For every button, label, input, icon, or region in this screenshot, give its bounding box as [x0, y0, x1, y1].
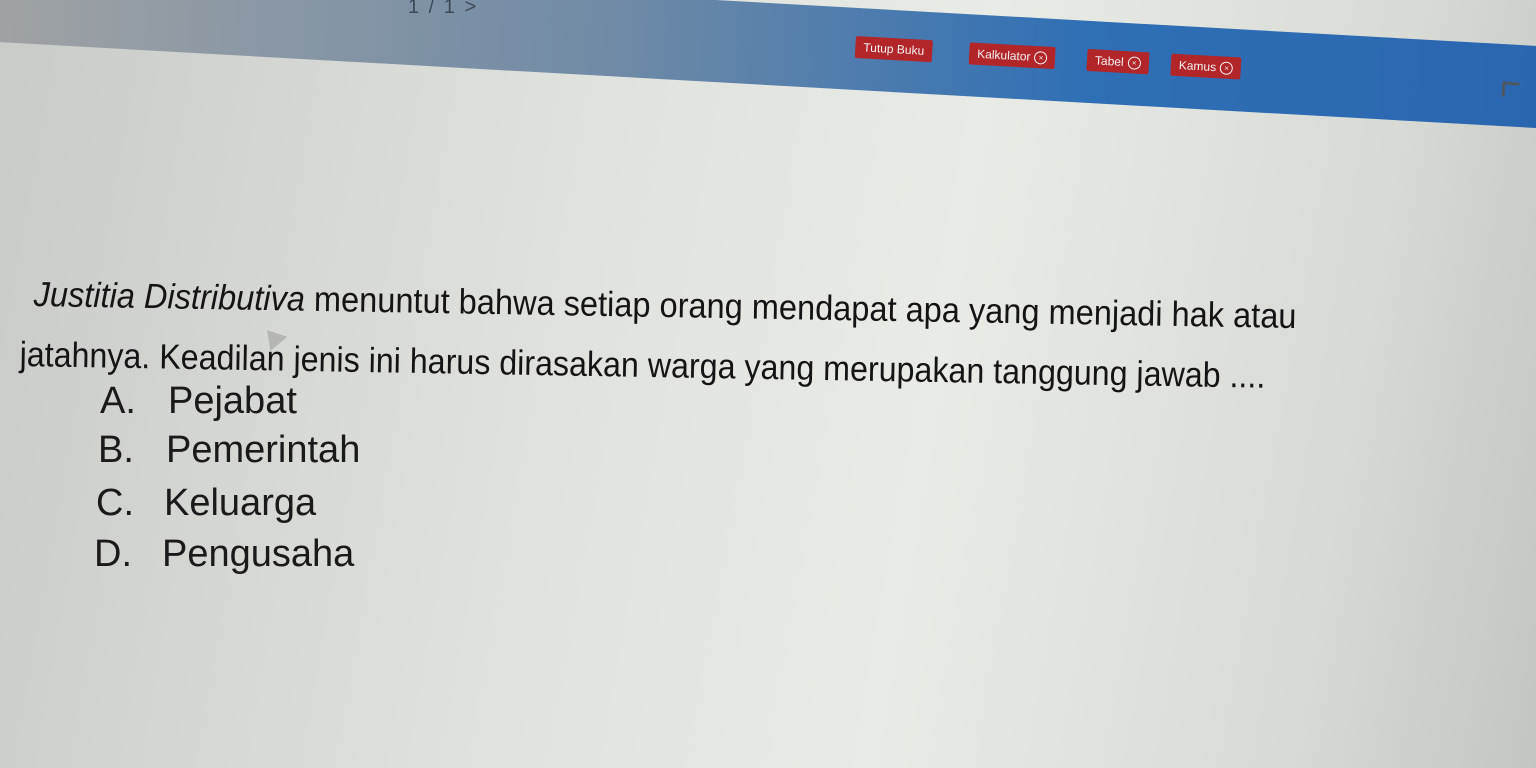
option-text: Pemerintah — [166, 429, 361, 471]
dictionary-button[interactable]: Kamus × — [1170, 53, 1242, 80]
question-line-1: Justitia Distributiva menuntut bahwa set… — [33, 275, 1297, 337]
question-term: Justitia Distributiva — [33, 275, 306, 319]
option-letter: C. — [96, 482, 134, 524]
close-book-button[interactable]: Tutup Buku — [854, 36, 933, 63]
table-label: Tabel — [1094, 53, 1125, 69]
table-button[interactable]: Tabel × — [1086, 48, 1150, 75]
option-letter: B. — [98, 429, 134, 471]
option-text: Keluarga — [164, 482, 317, 524]
calculator-button[interactable]: Kalkulator × — [968, 42, 1057, 70]
close-icon: × — [1034, 50, 1048, 65]
option-text: Pejabat — [168, 380, 297, 422]
answer-options: A. Pejabat B. Pemerintah C. Keluarga D. … — [94, 377, 360, 579]
bookmark-icon[interactable] — [1501, 81, 1520, 98]
option-d[interactable]: D. Pengusaha — [94, 530, 360, 579]
dictionary-label: Kamus — [1178, 58, 1217, 75]
option-b[interactable]: B. Pemerintah — [98, 426, 360, 475]
option-a[interactable]: A. Pejabat — [100, 377, 360, 426]
calculator-label: Kalkulator — [976, 46, 1031, 64]
header-bar — [0, 0, 1536, 129]
close-icon: × — [1127, 55, 1141, 70]
close-icon: × — [1219, 60, 1234, 75]
option-c[interactable]: C. Keluarga — [96, 479, 360, 528]
question-line-1-rest: menuntut bahwa setiap orang mendapat apa… — [304, 279, 1297, 337]
option-letter: A. — [100, 380, 136, 422]
option-text: Pengusaha — [162, 533, 355, 575]
option-letter: D. — [94, 533, 132, 575]
close-book-label: Tutup Buku — [862, 40, 925, 58]
question-counter: 1 / 1 > — [408, 0, 479, 18]
